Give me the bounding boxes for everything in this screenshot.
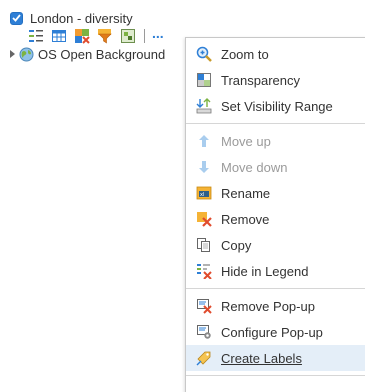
menu-item-hide-in-legend[interactable]: Hide in Legend	[186, 258, 365, 284]
analysis-icon[interactable]	[120, 28, 136, 44]
more-options-icon[interactable]: ...	[152, 26, 164, 40]
configure-popup-icon	[196, 324, 212, 340]
menu-item-label: Zoom to	[221, 46, 269, 62]
menu-item-zoom-to[interactable]: Zoom to	[186, 41, 365, 67]
layer-row: London - diversity	[10, 9, 133, 27]
menu-item-move-down[interactable]: Move down	[186, 154, 365, 180]
menu-separator	[186, 288, 365, 289]
transparency-icon	[196, 72, 212, 88]
expand-arrow-icon[interactable]	[10, 50, 15, 58]
map-contents-panel: London - diversity ... OS Open Backgroun…	[0, 0, 365, 392]
remove-popup-icon	[196, 298, 212, 314]
copy-icon	[196, 237, 212, 253]
create-labels-icon	[196, 350, 212, 366]
layer-visibility-checkbox[interactable]	[10, 11, 23, 25]
menu-item-create-labels[interactable]: Create Labels	[186, 345, 365, 371]
filter-icon[interactable]	[97, 28, 113, 44]
menu-item-transparency[interactable]: Transparency	[186, 67, 365, 93]
menu-item-copy[interactable]: Copy	[186, 232, 365, 258]
menu-item-label: Move down	[221, 159, 288, 175]
menu-item-rename[interactable]: xI Rename	[186, 180, 365, 206]
menu-item-remove[interactable]: Remove	[186, 206, 365, 232]
menu-item-configure-popup[interactable]: Configure Pop-up	[186, 319, 365, 345]
arrow-down-icon	[196, 159, 212, 175]
menu-item-set-visibility-range[interactable]: Set Visibility Range	[186, 93, 365, 119]
basemap-title[interactable]: OS Open Background	[38, 47, 165, 62]
menu-item-label: Set Visibility Range	[221, 98, 333, 114]
menu-item-label: Remove Pop-up	[221, 298, 315, 314]
menu-separator	[186, 123, 365, 124]
arrow-up-icon	[196, 133, 212, 149]
toolbar-separator	[144, 29, 145, 43]
visibility-range-icon	[196, 98, 212, 114]
legend-icon[interactable]	[28, 28, 44, 44]
menu-item-label: Hide in Legend	[221, 263, 309, 279]
remove-icon	[196, 211, 212, 227]
menu-item-label: Configure Pop-up	[221, 324, 323, 340]
layer-context-menu: Zoom to Transparency Set Visibility Rang…	[185, 37, 365, 392]
zoom-to-icon	[196, 46, 212, 62]
menu-item-move-up[interactable]: Move up	[186, 128, 365, 154]
hide-legend-icon	[196, 263, 212, 279]
menu-item-label: Transparency	[221, 72, 300, 88]
basemap-row: OS Open Background	[10, 45, 165, 63]
menu-separator	[186, 375, 365, 376]
menu-item-remove-popup[interactable]: Remove Pop-up	[186, 293, 365, 319]
change-style-icon[interactable]	[74, 28, 90, 44]
menu-item-label: Rename	[221, 185, 271, 201]
layer-toolbar: ...	[28, 26, 164, 45]
rename-icon: xI	[196, 185, 212, 201]
menu-item-label: Move up	[221, 133, 271, 149]
attribute-table-icon[interactable]	[51, 28, 67, 44]
layer-title[interactable]: London - diversity	[30, 11, 133, 26]
menu-item-label: Copy	[221, 237, 252, 253]
basemap-globe-icon	[19, 47, 34, 62]
svg-text:xI: xI	[200, 192, 204, 198]
menu-item-label: Remove	[221, 211, 270, 227]
menu-item-label: Create Labels	[221, 350, 302, 366]
